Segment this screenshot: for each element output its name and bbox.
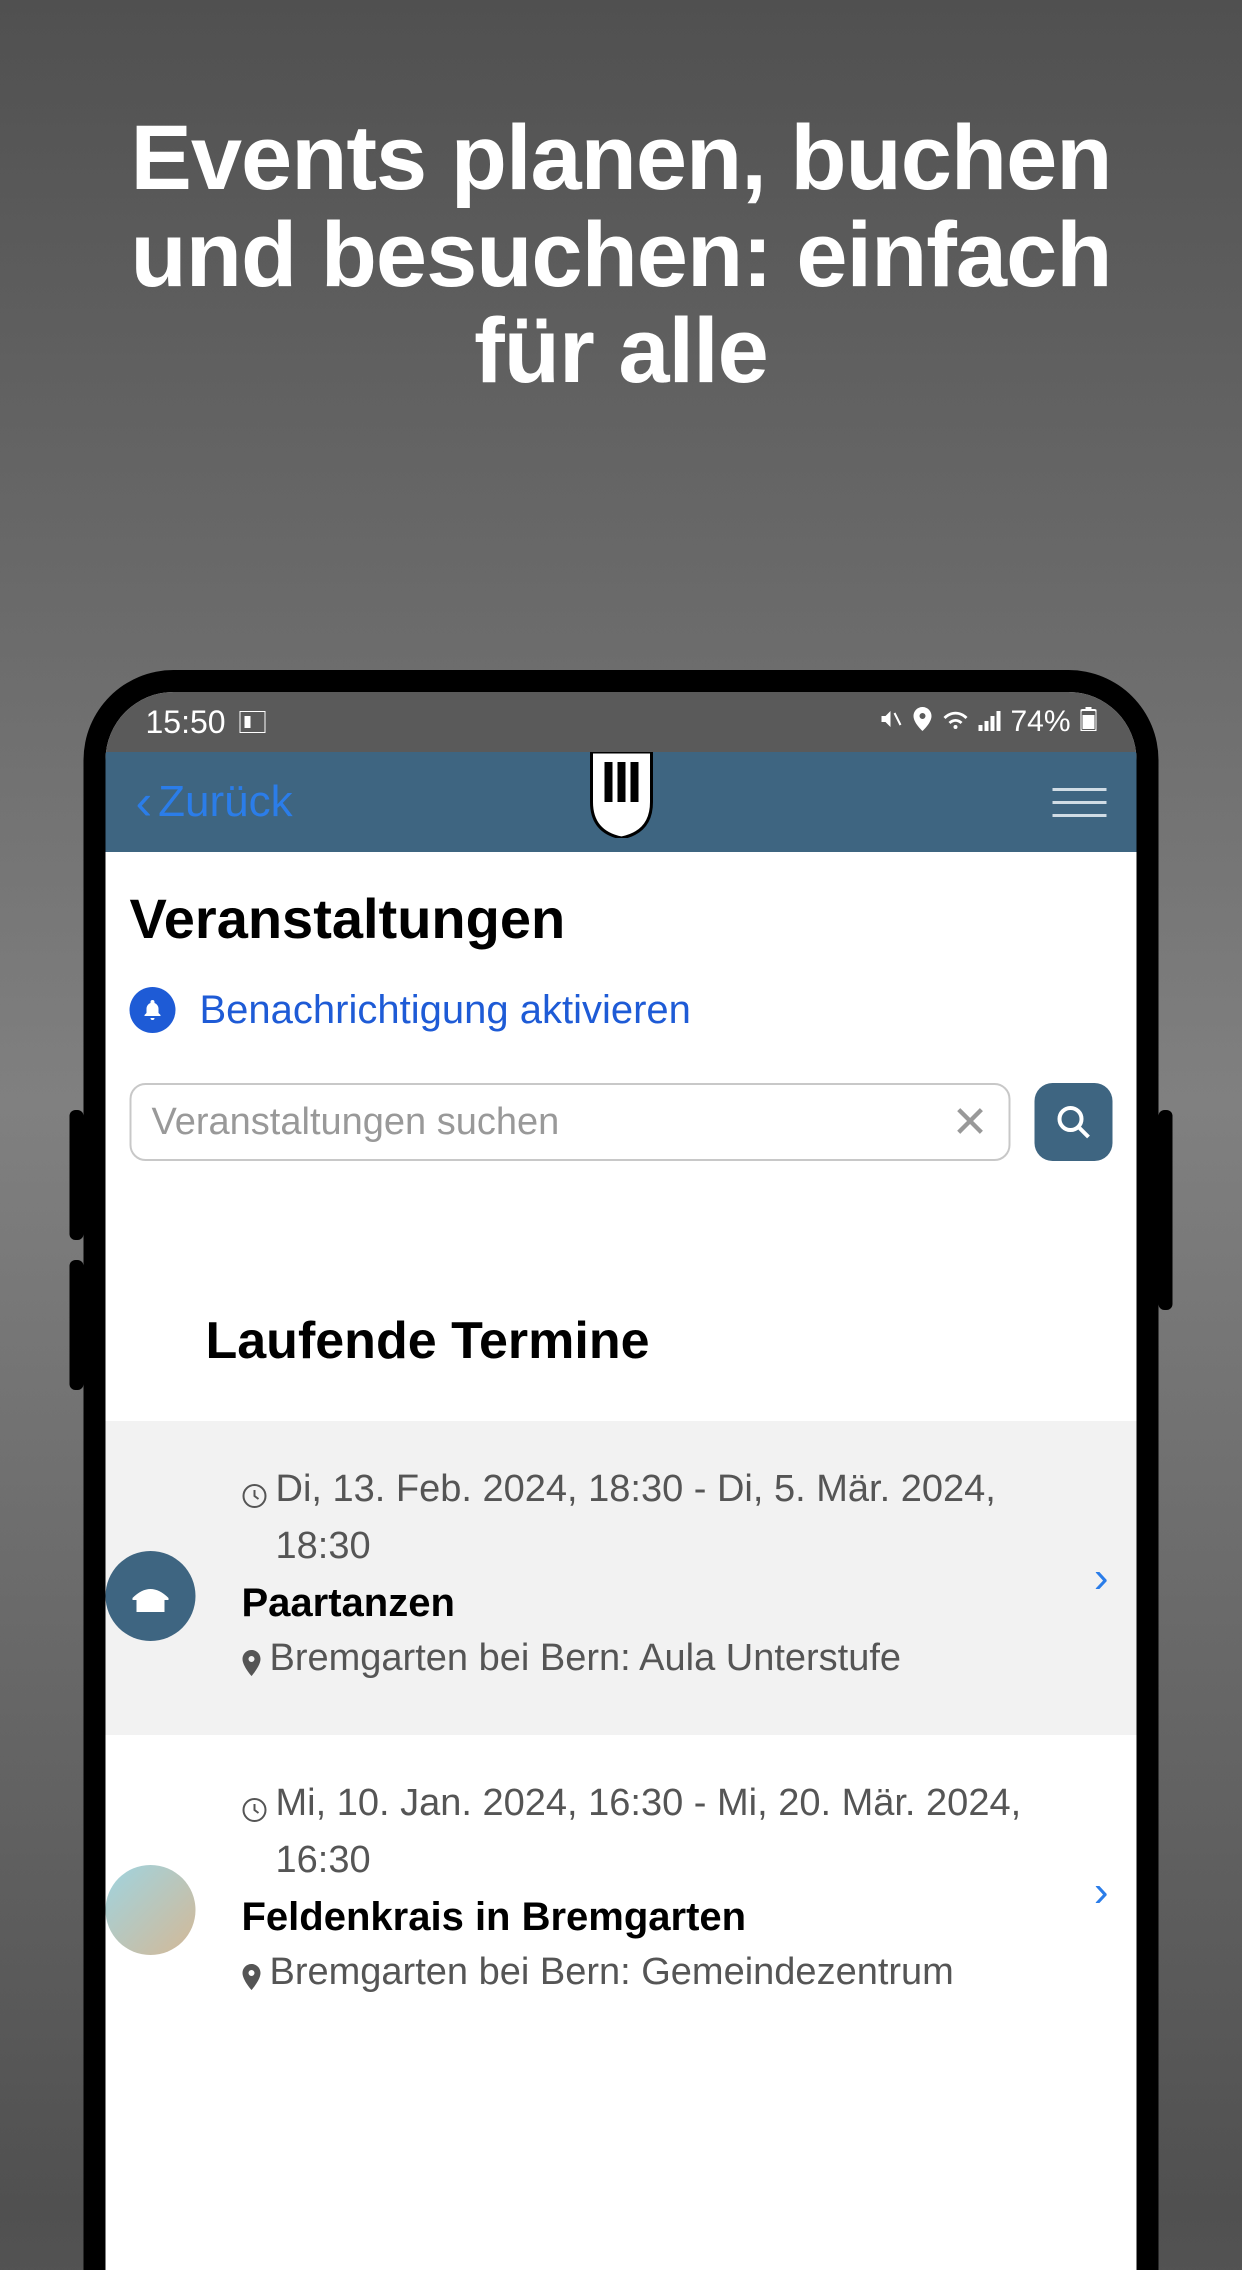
event-date: Mi, 10. Jan. 2024, 16:30 - Mi, 20. Mär. … <box>276 1775 1062 1889</box>
chevron-right-icon: › <box>1078 1553 1109 1603</box>
enable-notification-button[interactable]: Benachrichtigung aktivieren <box>106 971 1137 1063</box>
search-button[interactable] <box>1035 1083 1113 1161</box>
pin-icon <box>242 1638 262 1695</box>
promo-title: Events planen, buchen und besuchen: einf… <box>0 0 1242 400</box>
event-title: Paartanzen <box>242 1581 1062 1626</box>
back-button[interactable]: ‹ Zurück <box>136 773 293 831</box>
content: Veranstaltungen Benachrichtigung aktivie… <box>106 852 1137 2270</box>
event-location: Bremgarten bei Bern: Gemeindezentrum <box>270 1944 954 2001</box>
chevron-right-icon: › <box>1078 1867 1109 1917</box>
search-input[interactable] <box>152 1101 952 1144</box>
clock-icon <box>242 1469 268 1526</box>
search-box: ✕ <box>130 1083 1011 1161</box>
section-title: Laufende Termine <box>106 1201 1137 1421</box>
status-bar: 15:50 74% <box>106 692 1137 752</box>
bell-icon <box>130 987 176 1033</box>
app-logo <box>586 752 656 843</box>
pin-icon <box>242 1952 262 2009</box>
clear-search-button[interactable]: ✕ <box>952 1097 989 1148</box>
notification-label: Benachrichtigung aktivieren <box>200 988 691 1033</box>
status-app-icon <box>240 704 266 741</box>
event-location: Bremgarten bei Bern: Aula Unterstufe <box>270 1630 902 1687</box>
phone-button <box>70 1260 84 1390</box>
screen: 15:50 74% <box>106 692 1137 2270</box>
tent-icon <box>106 1551 196 1641</box>
mute-icon <box>878 705 902 739</box>
phone-button <box>70 1110 84 1240</box>
chevron-left-icon: ‹ <box>136 773 153 831</box>
event-title: Feldenkrais in Bremgarten <box>242 1895 1062 1940</box>
event-thumbnail <box>106 1865 196 1955</box>
location-icon <box>912 705 932 739</box>
battery-icon <box>1081 705 1097 739</box>
wifi-icon <box>942 705 968 739</box>
app-header: ‹ Zurück <box>106 752 1137 852</box>
menu-button[interactable] <box>1053 788 1107 817</box>
phone-button <box>1159 1110 1173 1310</box>
phone-frame: 15:50 74% <box>84 670 1159 2270</box>
event-item[interactable]: Di, 13. Feb. 2024, 18:30 - Di, 5. Mär. 2… <box>106 1421 1137 1735</box>
search-icon <box>1055 1103 1093 1141</box>
signal-icon <box>978 705 1000 739</box>
event-item[interactable]: Mi, 10. Jan. 2024, 16:30 - Mi, 20. Mär. … <box>106 1735 1137 2049</box>
battery-text: 74% <box>1010 705 1070 739</box>
status-time: 15:50 <box>146 704 226 741</box>
back-label: Zurück <box>158 777 292 827</box>
page-title: Veranstaltungen <box>106 852 1137 971</box>
clock-icon <box>242 1783 268 1840</box>
event-date: Di, 13. Feb. 2024, 18:30 - Di, 5. Mär. 2… <box>276 1461 1062 1575</box>
